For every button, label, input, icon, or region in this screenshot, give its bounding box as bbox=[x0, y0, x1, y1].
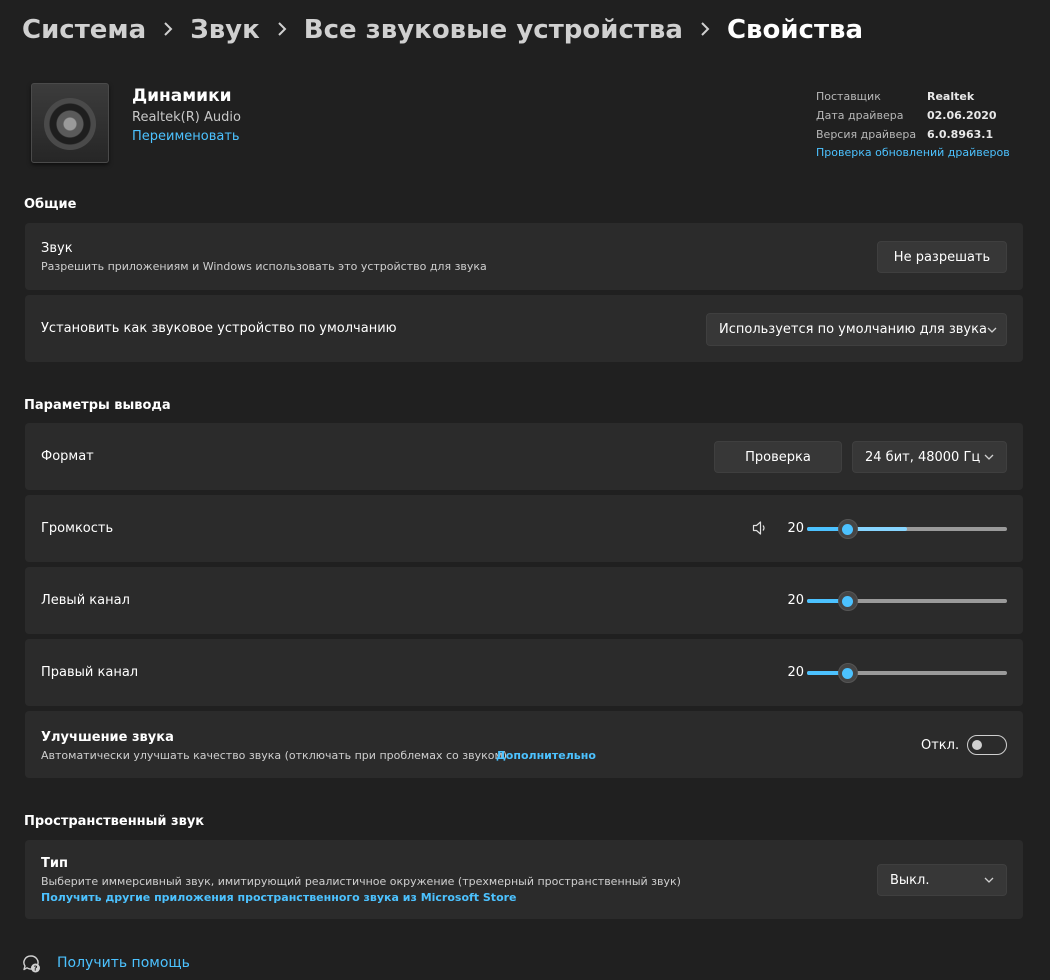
spatial-type-selected: Выкл. bbox=[890, 872, 930, 888]
audio-permission-description: Разрешить приложениям и Windows использо… bbox=[41, 260, 487, 273]
left-channel-title: Левый канал bbox=[41, 593, 130, 608]
default-device-dropdown[interactable]: Используется по умолчанию для звука bbox=[706, 313, 1007, 346]
chevron-down-icon bbox=[984, 877, 994, 883]
volume-value: 20 bbox=[787, 521, 804, 536]
driver-supplier-value: Realtek bbox=[927, 90, 975, 103]
deny-audio-button[interactable]: Не разрешать bbox=[877, 241, 1007, 273]
volume-title: Громкость bbox=[41, 521, 114, 536]
spatial-type-title: Тип bbox=[41, 856, 68, 871]
left-channel-slider-thumb[interactable] bbox=[837, 591, 858, 611]
section-general-title: Общие bbox=[24, 197, 77, 212]
section-output-title: Параметры вывода bbox=[24, 398, 171, 413]
chevron-right-icon bbox=[683, 21, 727, 40]
device-name: Динамики bbox=[132, 86, 232, 106]
breadcrumb-sound[interactable]: Звук bbox=[190, 15, 260, 45]
left-channel-value: 20 bbox=[787, 593, 804, 608]
page-title: Свойства bbox=[726, 15, 864, 45]
spatial-type-description: Выберите иммерсивный звук, имитирующий р… bbox=[41, 875, 681, 888]
breadcrumb-system[interactable]: Система bbox=[22, 15, 146, 45]
enhance-title: Улучшение звука bbox=[41, 730, 174, 745]
enhance-advanced-link[interactable]: Дополнительно bbox=[496, 749, 596, 762]
speaker-device-icon bbox=[31, 83, 109, 163]
breadcrumb-all-devices[interactable]: Все звуковые устройства bbox=[304, 15, 683, 45]
audio-permission-title: Звук bbox=[41, 241, 73, 256]
enhance-toggle[interactable] bbox=[967, 735, 1007, 755]
right-channel-value: 20 bbox=[787, 665, 804, 680]
chevron-down-icon bbox=[984, 454, 994, 460]
test-button[interactable]: Проверка bbox=[714, 441, 842, 473]
format-selected: 24 бит, 48000 Гц bbox=[865, 449, 981, 465]
spatial-store-link[interactable]: Получить другие приложения пространствен… bbox=[41, 891, 517, 904]
chevron-right-icon bbox=[260, 21, 304, 40]
driver-date-label: Дата драйвера bbox=[816, 109, 904, 122]
enhance-card bbox=[25, 711, 1023, 778]
right-channel-slider-thumb[interactable] bbox=[837, 663, 858, 683]
svg-text:?: ? bbox=[33, 965, 37, 973]
driver-supplier-label: Поставщик bbox=[816, 90, 881, 103]
device-vendor: Realtek(R) Audio bbox=[132, 110, 241, 125]
speaker-volume-icon[interactable] bbox=[752, 520, 768, 536]
breadcrumb: Система Звук Все звуковые устройства Сво… bbox=[22, 10, 863, 50]
spatial-type-dropdown[interactable]: Выкл. bbox=[877, 864, 1007, 896]
section-spatial-title: Пространственный звук bbox=[24, 814, 205, 829]
driver-version-value: 6.0.8963.1 bbox=[927, 128, 994, 141]
toggle-knob bbox=[972, 740, 982, 750]
format-dropdown[interactable]: 24 бит, 48000 Гц bbox=[852, 441, 1007, 473]
rename-link[interactable]: Переименовать bbox=[132, 129, 240, 144]
default-device-title: Установить как звуковое устройство по ум… bbox=[41, 321, 397, 336]
help-chat-icon: ? bbox=[23, 955, 40, 973]
format-title: Формат bbox=[41, 449, 94, 464]
volume-hover-highlight bbox=[852, 527, 907, 531]
chevron-down-icon bbox=[987, 327, 997, 333]
driver-update-link[interactable]: Проверка обновлений драйверов bbox=[816, 146, 1010, 159]
enhance-description: Автоматически улучшать качество звука (о… bbox=[41, 749, 508, 762]
audio-permission-card bbox=[25, 223, 1023, 290]
driver-version-label: Версия драйвера bbox=[816, 128, 917, 141]
right-channel-title: Правый канал bbox=[41, 665, 139, 680]
driver-date-value: 02.06.2020 bbox=[927, 109, 997, 122]
enhance-toggle-state: Откл. bbox=[921, 738, 960, 753]
chevron-right-icon bbox=[146, 21, 190, 40]
volume-slider-thumb[interactable] bbox=[837, 519, 858, 539]
get-help-link[interactable]: Получить помощь bbox=[57, 955, 190, 971]
default-device-selected: Используется по умолчанию для звука bbox=[719, 322, 987, 337]
